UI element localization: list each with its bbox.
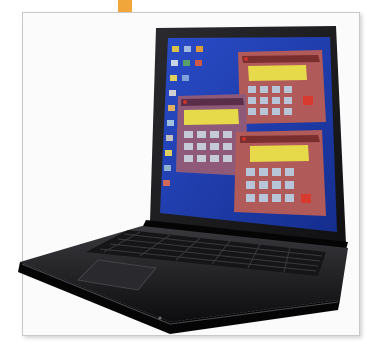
laptop-illustration: [18, 26, 348, 334]
network-icon: [171, 60, 178, 66]
document-icon: [184, 46, 191, 52]
document-icon: [182, 75, 189, 81]
document-icon: [167, 120, 174, 126]
printer-icon: [195, 60, 202, 66]
network-icon: [164, 165, 171, 171]
calculator-window-top: [238, 50, 326, 124]
folder-icon: [165, 150, 172, 156]
folder-icon: [170, 75, 177, 81]
calculator-display: [248, 65, 307, 81]
folder-icon: [168, 105, 175, 111]
calculator-display: [184, 109, 239, 125]
calculator-window-bottom: [234, 130, 326, 216]
disk-icon: [166, 135, 173, 141]
calculator-display: [250, 145, 309, 162]
folder-icon: [183, 60, 190, 66]
illustration: [0, 0, 367, 344]
trash-icon: [169, 90, 176, 96]
folder-icon: [172, 46, 179, 52]
disk-icon: [196, 46, 203, 52]
printer-icon: [163, 180, 170, 186]
